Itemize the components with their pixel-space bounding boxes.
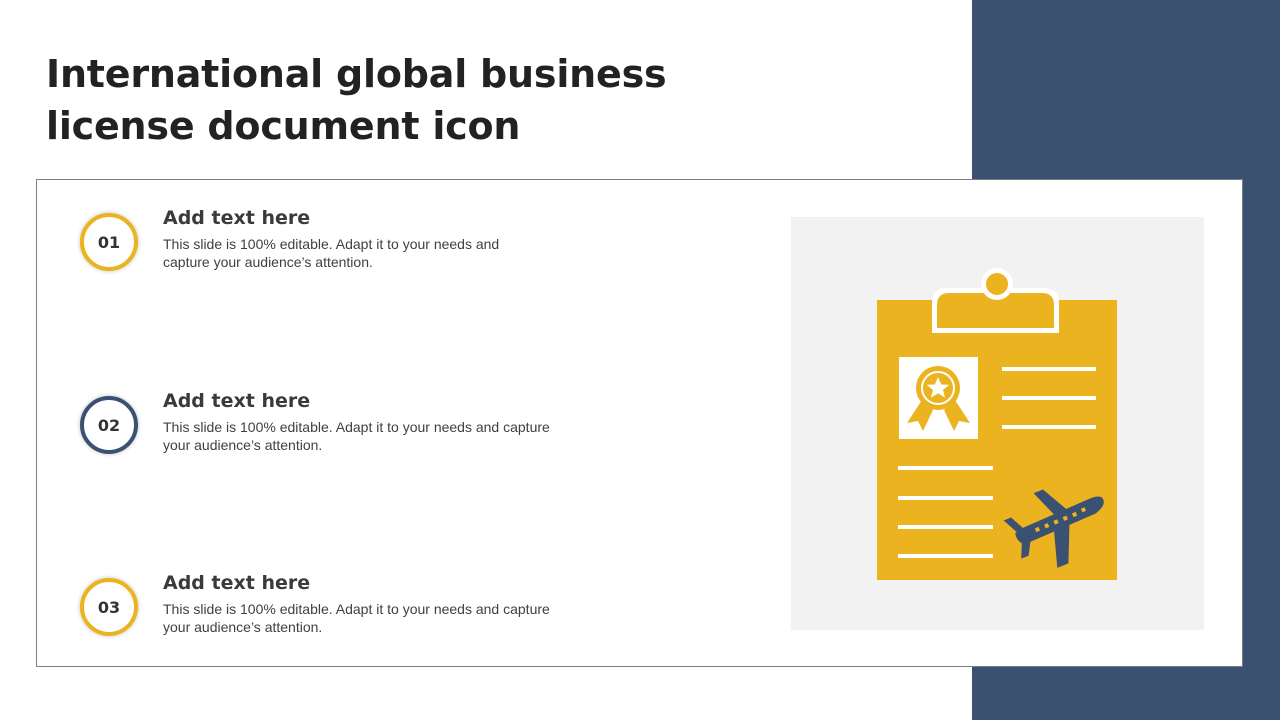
award-ribbon-star-icon — [899, 357, 978, 439]
number-badge-01: 01 — [80, 213, 138, 271]
item-heading-03: Add text here — [163, 572, 311, 594]
item-description-03-line-2: your audience’s attention. — [163, 619, 323, 635]
number-badge-03: 03 — [80, 578, 138, 636]
item-description-01-line-2: capture your audience’s attention. — [163, 254, 373, 270]
list-item-03: 03 Add text here This slide is 100% edit… — [80, 572, 600, 658]
title-line-2: license document icon — [46, 104, 521, 148]
item-description-02: This slide is 100% editable. Adapt it to… — [163, 418, 583, 454]
title-line-1: International global business — [46, 52, 667, 96]
item-heading-01: Add text here — [163, 207, 311, 229]
clipboard-license-airplane-icon — [877, 268, 1117, 580]
item-description-02-line-2: your audience’s attention. — [163, 437, 323, 453]
clipboard-board — [877, 300, 1117, 580]
number-badge-02: 02 — [80, 396, 138, 454]
icon-panel — [791, 217, 1204, 630]
list-item-01: 01 Add text here This slide is 100% edit… — [80, 207, 600, 293]
item-description-01: This slide is 100% editable. Adapt it to… — [163, 235, 583, 271]
item-description-02-line-1: This slide is 100% editable. Adapt it to… — [163, 419, 550, 435]
item-description-03: This slide is 100% editable. Adapt it to… — [163, 600, 583, 636]
slide-title: International global business license doc… — [46, 48, 746, 152]
item-description-03-line-1: This slide is 100% editable. Adapt it to… — [163, 601, 550, 617]
list-item-02: 02 Add text here This slide is 100% edit… — [80, 390, 600, 476]
clipboard-clip-icon — [932, 268, 1059, 333]
item-description-01-line-1: This slide is 100% editable. Adapt it to… — [163, 236, 500, 252]
item-heading-02: Add text here — [163, 390, 311, 412]
